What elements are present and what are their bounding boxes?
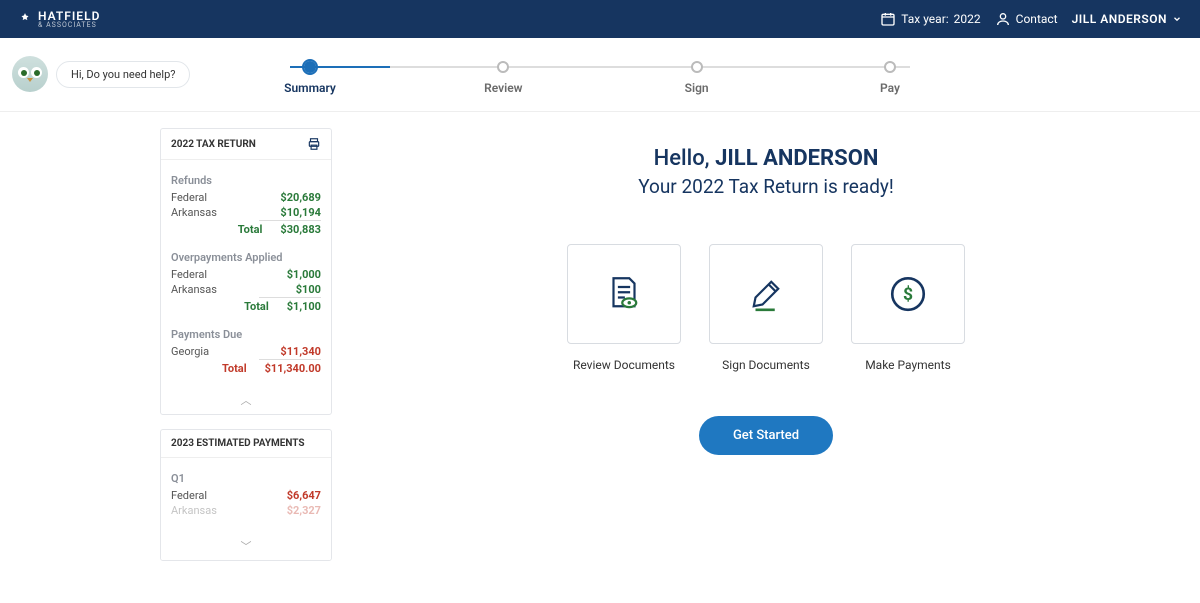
- user-menu[interactable]: JILL ANDERSON: [1072, 12, 1182, 26]
- section-title-due: Payments Due: [171, 328, 321, 341]
- ready-text: Your 2022 Tax Return is ready!: [372, 175, 1160, 198]
- step-dot: [497, 61, 509, 73]
- brand-logo: HATFIELD & ASSOCIATES: [18, 9, 100, 29]
- refund-row: Federal$20,689: [171, 190, 321, 205]
- quarter-label: Q1: [171, 472, 321, 485]
- sidebar: 2022 TAX RETURN Refunds Federal$20,689 A…: [160, 128, 332, 575]
- svg-text:$: $: [903, 284, 913, 305]
- due-total: Total$11,340.00: [171, 361, 321, 376]
- panel-title: 2023 ESTIMATED PAYMENTS: [171, 438, 305, 449]
- tax-return-panel: 2022 TAX RETURN Refunds Federal$20,689 A…: [160, 128, 332, 415]
- hello-heading: Hello, JILL ANDERSON: [372, 146, 1160, 171]
- main-content: Hello, JILL ANDERSON Your 2022 Tax Retur…: [332, 128, 1200, 575]
- step-dot: [691, 61, 703, 73]
- step-summary[interactable]: Summary: [280, 61, 340, 95]
- step-dot: [884, 61, 896, 73]
- card-make-payments[interactable]: $ Make Payments: [851, 244, 965, 372]
- card-review-documents[interactable]: Review Documents: [567, 244, 681, 372]
- person-icon: [995, 11, 1011, 27]
- expand-toggle[interactable]: ﹀: [161, 532, 331, 560]
- contact-link[interactable]: Contact: [995, 11, 1058, 27]
- tax-year-selector[interactable]: Tax year: 2022: [880, 11, 980, 27]
- progress-bar-section: Hi, Do you need help? Summary Review Sig…: [0, 38, 1200, 112]
- due-row: Georgia$11,340: [171, 344, 321, 359]
- estimate-row: Arkansas$2,327: [171, 503, 321, 518]
- brand-subtitle: & ASSOCIATES: [38, 21, 100, 29]
- step-sign[interactable]: Sign: [667, 61, 727, 95]
- refund-total: Total$30,883: [171, 222, 321, 237]
- calendar-icon: [880, 11, 896, 27]
- print-icon[interactable]: [307, 137, 321, 151]
- document-eye-icon: [603, 273, 645, 315]
- pen-sign-icon: [745, 273, 787, 315]
- assistant-widget[interactable]: Hi, Do you need help?: [12, 56, 190, 92]
- step-pay[interactable]: Pay: [860, 61, 920, 95]
- overpay-total: Total$1,100: [171, 299, 321, 314]
- owl-avatar: [12, 56, 48, 92]
- collapse-toggle[interactable]: ︿: [161, 386, 331, 414]
- step-dot: [304, 61, 316, 73]
- top-bar: HATFIELD & ASSOCIATES Tax year: 2022 Con…: [0, 0, 1200, 38]
- refund-row: Arkansas$10,194: [171, 205, 321, 220]
- dollar-circle-icon: $: [887, 273, 929, 315]
- estimated-payments-panel: 2023 ESTIMATED PAYMENTS Q1 Federal$6,647…: [160, 429, 332, 561]
- overpay-row: Arkansas$100: [171, 282, 321, 297]
- assistant-bubble[interactable]: Hi, Do you need help?: [56, 61, 190, 88]
- section-title-refunds: Refunds: [171, 174, 321, 187]
- chevron-down-icon: [1172, 14, 1182, 24]
- step-review[interactable]: Review: [473, 61, 533, 95]
- get-started-button[interactable]: Get Started: [699, 416, 833, 455]
- section-title-overpay: Overpayments Applied: [171, 251, 321, 264]
- overpay-row: Federal$1,000: [171, 267, 321, 282]
- card-sign-documents[interactable]: Sign Documents: [709, 244, 823, 372]
- panel-title: 2022 TAX RETURN: [171, 139, 256, 150]
- estimate-row: Federal$6,647: [171, 488, 321, 503]
